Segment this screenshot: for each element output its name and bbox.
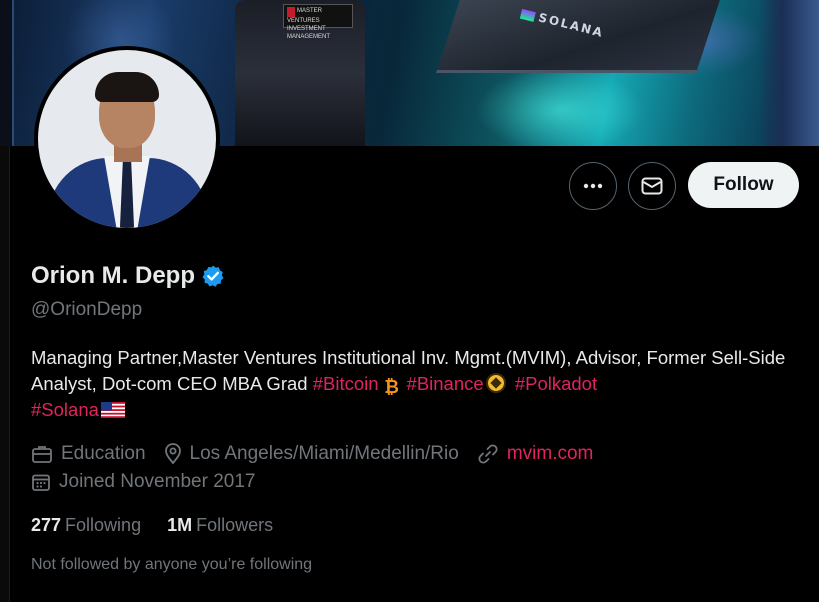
followers-label: Followers [196,515,274,535]
followed-by-note: Not followed by anyone you’re following [31,556,313,573]
website-item: mvim.com [477,443,594,465]
name-row: Orion M. Depp [31,262,225,290]
joined-text: Joined November 2017 [59,471,256,492]
mail-icon [641,177,663,195]
banner-ship [436,0,720,73]
category-text: Education [61,443,146,464]
hashtag-polkadot[interactable]: #Polkadot [515,373,597,394]
website-link[interactable]: mvim.com [507,443,594,465]
avatar-photo [38,50,216,228]
followers-count: 1M [167,515,193,535]
follow-button[interactable]: Follow [688,162,799,208]
message-button[interactable] [628,162,676,210]
briefcase-icon [32,446,52,463]
us-flag-icon [100,402,125,418]
category-item: Education [31,443,146,465]
location-text: Los Angeles/Miami/Medellin/Rio [189,443,459,464]
solana-logo-icon [519,8,536,22]
handle: @OrionDepp [31,299,143,320]
follow-stats: 277 Following 1M Followers [31,515,299,536]
location-item: Los Angeles/Miami/Medellin/Rio [164,443,459,465]
link-icon [478,444,498,464]
profile-page: MASTER VENTURES INVESTMENT MANAGEMENT SO… [0,0,819,602]
hashtag-bitcoin[interactable]: #Bitcoin [313,373,379,394]
window-edge [0,146,10,602]
following-label: Following [65,515,142,535]
display-name: Orion M. Depp [31,262,195,289]
following-count: 277 [31,515,62,535]
verified-badge-icon[interactable] [201,264,225,288]
banner-badge: MASTER VENTURES INVESTMENT MANAGEMENT [283,4,353,40]
banner-figure: MASTER VENTURES INVESTMENT MANAGEMENT [235,0,365,146]
binance-icon [485,373,506,393]
avatar[interactable] [34,46,220,232]
avatar-hair [95,72,159,102]
joined-item: Joined November 2017 [31,471,255,493]
hashtag-binance[interactable]: #Binance [407,373,484,394]
following-stat[interactable]: 277 Following [31,515,141,536]
bio: Managing Partner,Master Ventures Institu… [31,345,801,423]
followers-stat[interactable]: 1M Followers [167,515,273,536]
profile-meta: Education Los Angeles/Miami/Medellin/Rio… [31,443,611,465]
calendar-icon [32,474,50,491]
bitcoin-icon: ₿ [384,377,399,397]
banner-frame-left [0,0,14,146]
mvim-logo-icon [287,7,295,17]
banner-frame-right [759,0,819,146]
location-pin-icon [164,443,181,465]
more-button[interactable] [569,162,617,210]
hashtag-solana[interactable]: #Solana [31,399,99,420]
more-dots-icon [583,183,603,189]
